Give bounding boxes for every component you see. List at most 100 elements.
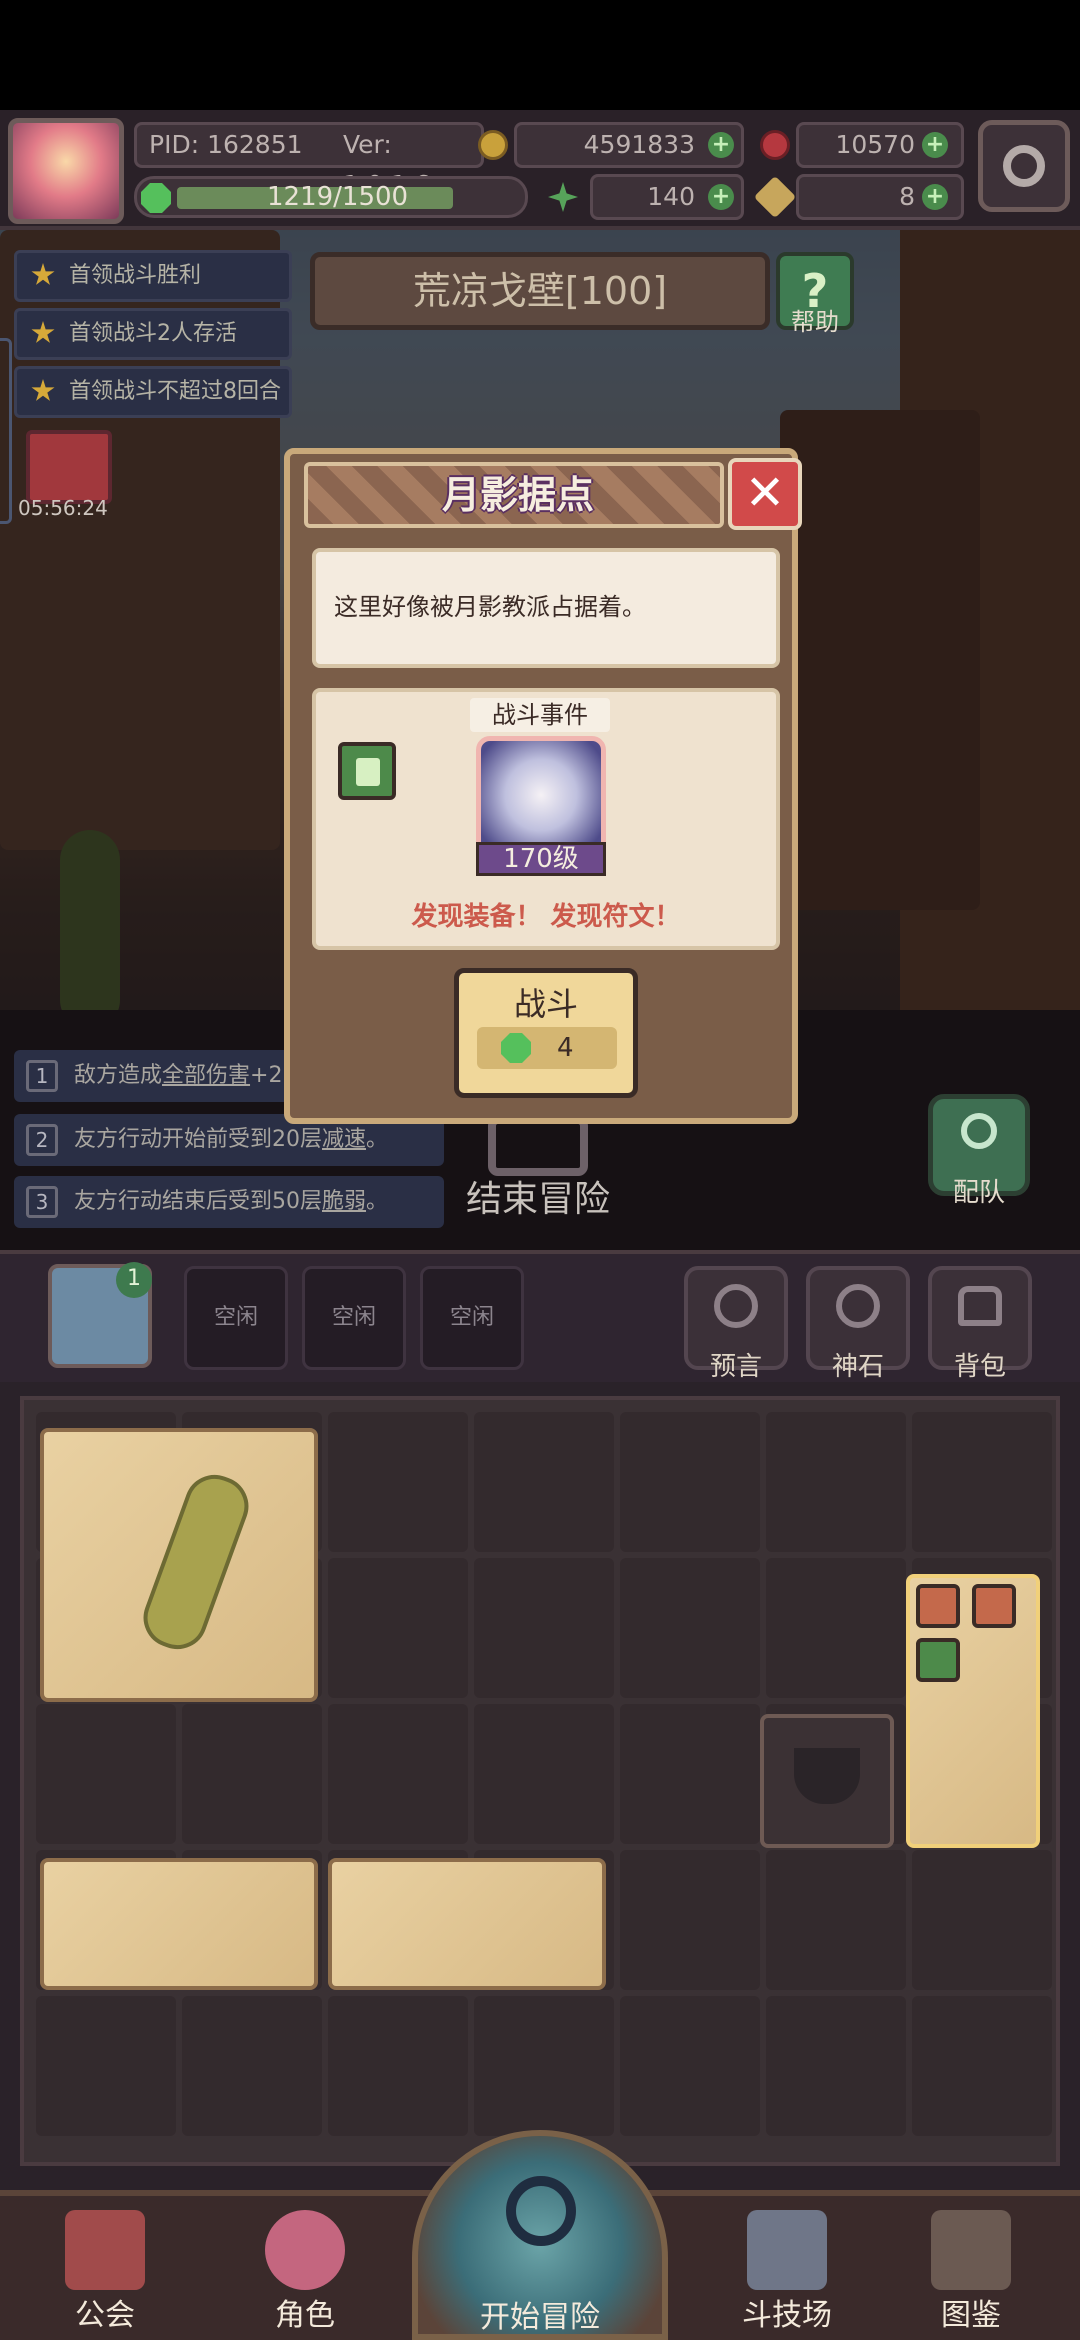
fight-cost-value: 4 [557,1033,574,1063]
nav-arena[interactable]: 斗技场 [712,2200,862,2333]
fight-button[interactable]: 战斗 4 [454,968,638,1098]
grid-cell[interactable] [474,1996,614,2136]
grid-cell[interactable] [328,1704,468,1844]
slot-bar [0,1250,1080,1382]
grid-cell[interactable] [182,1704,322,1844]
ruby-icon [760,130,790,160]
rule-text: 友方行动开始前受到20层 [74,1127,322,1152]
team-label: 配队 [952,1178,1005,1208]
thumbs-up-icon[interactable] [338,742,396,800]
slot-count-badge: 1 [116,1262,152,1298]
settings-gear-icon[interactable] [978,120,1070,212]
grid-cell[interactable] [36,1996,176,2136]
exp-text: 1219/1500 [267,182,409,212]
grid-cell[interactable] [182,1996,322,2136]
grid-cell[interactable] [912,1412,1052,1552]
key-value: 8 [899,182,915,211]
ruby-plus-icon[interactable]: + [922,132,948,158]
grid-cell[interactable] [36,1704,176,1844]
dialog-header: 月影据点 [304,462,724,528]
rule-keyword[interactable]: 脆弱 [322,1189,366,1214]
grid-cell[interactable] [474,1558,614,1698]
rule-number: 1 [26,1060,58,1092]
grid-cell[interactable] [620,1558,760,1698]
quest-item[interactable]: 首领战斗胜利 [14,250,292,302]
grid-cell[interactable] [766,1412,906,1552]
end-adventure-label: 结束冒险 [465,1179,610,1220]
grid-cell[interactable] [328,1558,468,1698]
rule-text: 友方行动结束后受到50层 [74,1189,322,1214]
gift-box-icon[interactable] [26,430,112,504]
face-icon [916,1584,960,1628]
clover-value: 140 [647,182,695,211]
gold-value: 4591833 [583,130,695,159]
close-button[interactable]: ✕ [728,458,802,530]
quest-panel-tab[interactable] [0,338,12,524]
magnifier-icon [506,2176,576,2246]
enemy-level: 170级 [476,842,606,876]
grid-cell[interactable] [620,1412,760,1552]
grid-cell[interactable] [766,1996,906,2136]
star-icon [31,263,55,285]
idle-slot[interactable]: 空闲 [302,1266,406,1370]
nav-guild-label: 公会 [75,2298,135,2333]
rule-keyword[interactable]: 全部伤害 [162,1063,250,1088]
stele-tile[interactable] [906,1574,1040,1848]
nav-guild[interactable]: 公会 [30,2200,180,2333]
fight-cost: 4 [477,1027,617,1069]
grid-cell[interactable] [620,1850,760,1990]
nav-codex-label: 图鉴 [941,2298,1001,2333]
star-icon [31,321,55,343]
crystal-ball-icon [714,1284,758,1328]
cauldron-tile[interactable] [760,1714,894,1848]
nav-character[interactable]: 角色 [230,2200,380,2333]
grid-cell[interactable] [766,1850,906,1990]
player-avatar[interactable] [8,118,124,224]
status-bar [0,0,1080,110]
skull-tile[interactable] [328,1858,606,1990]
top-hud: PID: 162851 Ver: 1.0.1.6 4591833 + 10570… [0,110,1080,230]
rule-number: 2 [26,1124,58,1156]
guild-icon [65,2210,145,2290]
godstone-icon [836,1284,880,1328]
exp-bar: 1219/1500 [134,176,528,218]
gold-coin-icon [478,130,508,160]
grid-cell[interactable] [328,1412,468,1552]
end-adventure-button[interactable]: 结束冒险 [458,1116,618,1226]
prophecy-label: 预言 [709,1352,762,1382]
grid-cell[interactable] [328,1996,468,2136]
dialog-description: 这里好像被月影教派占据着。 [312,548,780,668]
grid-cell[interactable] [474,1412,614,1552]
grid-cell[interactable] [620,1996,760,2136]
area-title: 荒凉戈壁[100] [310,252,770,330]
event-dialog: 月影据点 ✕ 这里好像被月影教派占据着。 战斗事件 170级 发现装备！ 发现符… [284,448,802,1124]
grid-cell[interactable] [620,1704,760,1844]
grid-cell[interactable] [912,1850,1052,1990]
cactus-icon [135,1466,257,1658]
grid-cell[interactable] [766,1558,906,1698]
game-screen: PID: 162851 Ver: 1.0.1.6 4591833 + 10570… [0,0,1080,2340]
rule-keyword[interactable]: 减速 [322,1127,366,1152]
deadwood-tile[interactable] [40,1858,318,1990]
key-plus-icon[interactable]: + [922,184,948,210]
grid-cell[interactable] [912,1996,1052,2136]
quest-item[interactable]: 首领战斗不超过8回合 [14,366,292,418]
star-icon [31,379,55,401]
grid-cell[interactable] [474,1704,614,1844]
rule-item: 3 友方行动结束后受到50层脆弱。 [14,1176,444,1228]
clover-plus-icon[interactable]: + [708,184,734,210]
start-adventure-label: 开始冒险 [480,2300,600,2335]
rule-text-end: 。 [366,1127,389,1152]
cactus-tile[interactable] [40,1428,318,1702]
key-icon [753,175,797,219]
fight-label: 战斗 [513,985,578,1023]
backpack-icon [958,1286,1002,1326]
thumbs-up-icon [916,1638,960,1682]
nav-codex[interactable]: 图鉴 [896,2200,1046,2333]
quest-item[interactable]: 首领战斗2人存活 [14,308,292,360]
event-rewards: 发现装备！ 发现符文！ [411,902,681,932]
idle-slot[interactable]: 空闲 [420,1266,524,1370]
idle-slot[interactable]: 空闲 [184,1266,288,1370]
rule-number: 3 [26,1186,58,1218]
gold-plus-icon[interactable]: + [708,132,734,158]
